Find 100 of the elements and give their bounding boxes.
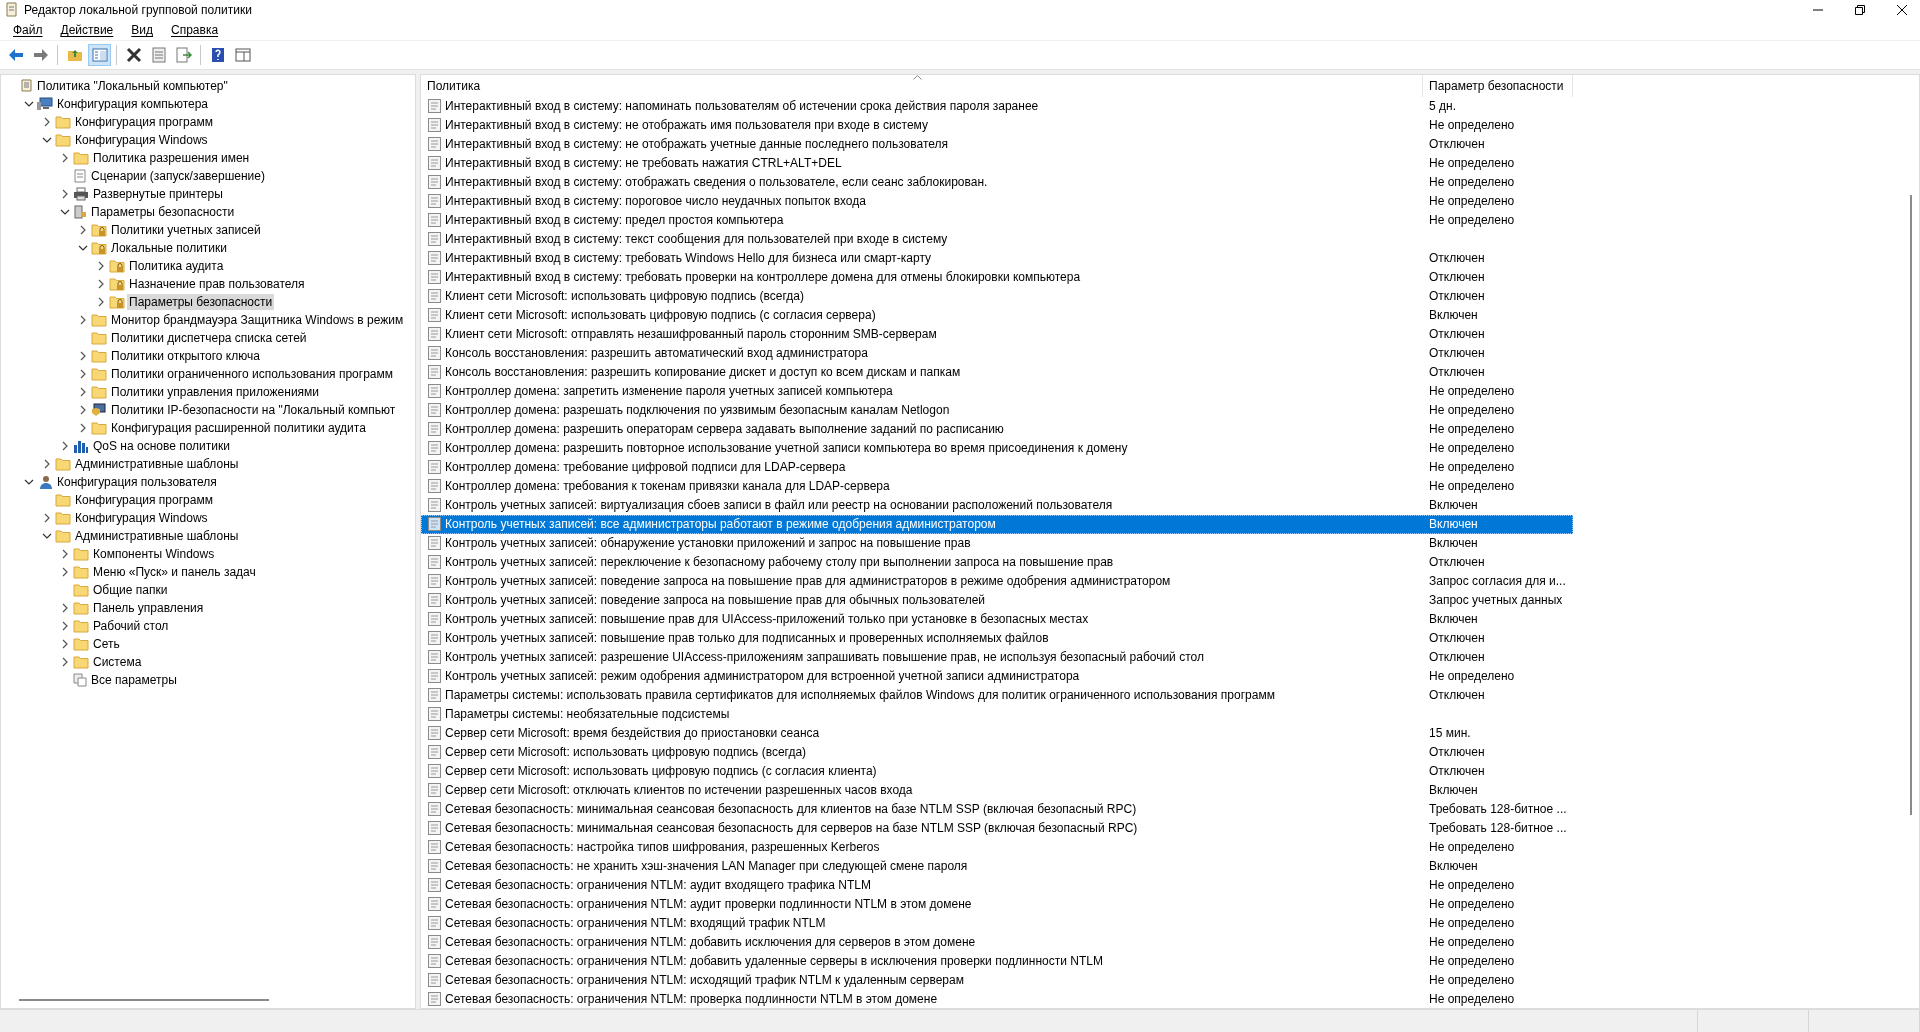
tree-item[interactable]: Политики IP-безопасности на "Локальный компьют bbox=[109, 402, 398, 418]
chevron-right-icon[interactable] bbox=[62, 567, 68, 577]
table-row[interactable]: Сетевая безопасность: ограничения NTLM: добавить исключения для серверов в этом домене Не определено bbox=[421, 932, 1573, 952]
chevron-right-icon[interactable] bbox=[80, 423, 86, 433]
tree-item[interactable]: Конфигурация расширенной политики аудита bbox=[109, 420, 368, 436]
chevron-right-icon[interactable] bbox=[62, 441, 68, 451]
tree-item[interactable]: Политика разрешения имен bbox=[91, 150, 252, 166]
tree-item[interactable]: Административные шаблоны bbox=[73, 528, 241, 544]
menu-item[interactable]: Справка bbox=[162, 21, 228, 39]
table-row[interactable]: Интерактивный вход в систему: пороговое число неудачных попыток входа Не определено bbox=[421, 191, 1573, 211]
tree-item[interactable]: Параметры безопасности bbox=[89, 204, 237, 220]
chevron-right-icon[interactable] bbox=[62, 189, 68, 199]
tree-item[interactable]: Все параметры bbox=[89, 672, 179, 688]
table-row[interactable]: Сетевая безопасность: ограничения NTLM: исходящий трафик NTLM к удаленным серверам Не определено bbox=[421, 970, 1573, 990]
tree-item[interactable]: Монитор брандмауэра Защитника Windows в режим bbox=[109, 312, 406, 328]
tree-item[interactable]: Сценарии (запуск/завершение) bbox=[89, 168, 267, 184]
chevron-down-icon[interactable] bbox=[42, 137, 52, 143]
table-row[interactable]: Интерактивный вход в систему: отображать сведения о пользователе, если сеанс заблокирован. Не определено bbox=[421, 172, 1573, 192]
table-row[interactable]: Контроллер домена: запретить изменение пароля учетных записей компьютера Не определено bbox=[421, 381, 1573, 401]
chevron-right-icon[interactable] bbox=[80, 225, 86, 235]
scrollbar-thumb[interactable] bbox=[1909, 195, 1912, 815]
tree-item[interactable]: Политики ограниченного использования программ bbox=[109, 366, 395, 382]
chevron-right-icon[interactable] bbox=[98, 297, 104, 307]
table-row[interactable]: Контроль учетных записей: переключение к безопасному рабочему столу при выполнении запроса на повышение прав Отключен bbox=[421, 552, 1573, 572]
table-row[interactable]: Сетевая безопасность: не хранить хэш-значения LAN Manager при следующей смене пароля Включен bbox=[421, 856, 1573, 876]
menu-item[interactable]: Файл bbox=[4, 21, 52, 39]
tree-item[interactable]: Система bbox=[91, 654, 144, 670]
chevron-down-icon[interactable] bbox=[24, 101, 34, 107]
chevron-down-icon[interactable] bbox=[42, 533, 52, 539]
table-row[interactable]: Сервер сети Microsoft: использовать цифровую подпись (с согласия клиента) Отключен bbox=[421, 761, 1573, 781]
tree-item[interactable]: Конфигурация пользователя bbox=[55, 474, 219, 490]
tree-item[interactable]: Политика аудита bbox=[127, 258, 226, 274]
tree-item[interactable]: Назначение прав пользователя bbox=[127, 276, 307, 292]
table-row[interactable]: Контроль учетных записей: повышение прав для UIAccess-приложений только при установке в безопасных местах Включен bbox=[421, 609, 1573, 629]
table-row[interactable]: Интерактивный вход в систему: не отображать учетные данные последнего пользователя Отключен bbox=[421, 134, 1573, 154]
table-row[interactable]: Сетевая безопасность: ограничения NTLM: аудит входящего трафика NTLM Не определено bbox=[421, 875, 1573, 895]
table-row[interactable]: Контроллер домена: требование цифровой подписи для LDAP-сервера Не определено bbox=[421, 457, 1573, 477]
tree-item[interactable]: Политика "Локальный компьютер" bbox=[35, 78, 230, 94]
tree-item[interactable]: Конфигурация программ bbox=[73, 114, 215, 130]
column-header[interactable]: Политика bbox=[421, 75, 1423, 97]
tree-item[interactable]: Развернутые принтеры bbox=[91, 186, 225, 202]
chevron-right-icon[interactable] bbox=[80, 387, 86, 397]
chevron-right-icon[interactable] bbox=[44, 513, 50, 523]
table-row[interactable]: Сервер сети Microsoft: отключать клиентов по истечении разрешенных часов входа Включен bbox=[421, 780, 1573, 800]
tree-item[interactable]: Меню «Пуск» и панель задач bbox=[91, 564, 258, 580]
table-row[interactable]: Интерактивный вход в систему: требовать проверки на контроллере домена для отмены блокировки компьютера Отключен bbox=[421, 267, 1573, 287]
chevron-right-icon[interactable] bbox=[98, 279, 104, 289]
table-row[interactable]: Интерактивный вход в систему: не отображать имя пользователя при входе в систему Не определено bbox=[421, 115, 1573, 135]
table-row[interactable]: Параметры системы: использовать правила сертификатов для исполняемых файлов Windows для политик ограниченного использования программ Отключен bbox=[421, 685, 1573, 705]
table-row[interactable]: Сетевая безопасность: минимальная сеансовая безопасность для серверов на базе NTLM SSP (включая безопасный RPC) Требовать 128-битное ... bbox=[421, 818, 1573, 838]
chevron-right-icon[interactable] bbox=[44, 459, 50, 469]
chevron-right-icon[interactable] bbox=[62, 639, 68, 649]
table-row[interactable]: Контроль учетных записей: поведение запроса на повышение прав для администраторов в режиме одобрения администратором Запрос согласия для и... bbox=[421, 571, 1573, 591]
chevron-right-icon[interactable] bbox=[62, 549, 68, 559]
table-row[interactable]: Контроллер домена: разрешать подключения по уязвимым безопасным каналам Netlogon Не определено bbox=[421, 400, 1573, 420]
table-row[interactable]: Сервер сети Microsoft: использовать цифровую подпись (всегда) Отключен bbox=[421, 742, 1573, 762]
tree-item[interactable]: Конфигурация Windows bbox=[73, 510, 210, 526]
table-row[interactable]: Контроль учетных записей: поведение запроса на повышение прав для обычных пользователей Запрос учетных данных bbox=[421, 590, 1573, 610]
tree-item[interactable]: Локальные политики bbox=[109, 240, 229, 256]
chevron-right-icon[interactable] bbox=[80, 315, 86, 325]
table-row[interactable]: Сетевая безопасность: настройка типов шифрования, разрешенных Kerberos Не определено bbox=[421, 837, 1573, 857]
table-row[interactable]: Параметры системы: необязательные подсистемы bbox=[421, 704, 1573, 724]
chevron-down-icon[interactable] bbox=[78, 245, 88, 251]
table-row[interactable]: Интерактивный вход в систему: не требовать нажатия CTRL+ALT+DEL Не определено bbox=[421, 153, 1573, 173]
tree-item[interactable]: Панель управления bbox=[91, 600, 206, 616]
chevron-right-icon[interactable] bbox=[62, 657, 68, 667]
tree-item[interactable]: Политики учетных записей bbox=[109, 222, 263, 238]
table-row[interactable]: Сетевая безопасность: ограничения NTLM: добавить удаленные серверы в исключения проверки подлинности NTLM Не определено bbox=[421, 951, 1573, 971]
tree-item[interactable]: Конфигурация Windows bbox=[73, 132, 210, 148]
table-row[interactable]: Клиент сети Microsoft: использовать цифровую подпись (с согласия сервера) Включен bbox=[421, 305, 1573, 325]
table-row[interactable]: Консоль восстановления: разрешить копирование дискет и доступ ко всем дискам и папкам Отключен bbox=[421, 362, 1573, 382]
tree-item[interactable]: Компоненты Windows bbox=[91, 546, 217, 562]
tree-item[interactable]: Сеть bbox=[91, 636, 122, 652]
table-row[interactable]: Контроллер домена: разрешить повторное использование учетной записи компьютера во время присоединения к домену Не определено bbox=[421, 438, 1573, 458]
table-row[interactable]: Интерактивный вход в систему: напоминать пользователям об истечении срока действия пароля заранее 5 дн. bbox=[421, 96, 1573, 116]
tree-item[interactable]: Политики открытого ключа bbox=[109, 348, 262, 364]
chevron-right-icon[interactable] bbox=[62, 621, 68, 631]
table-row[interactable]: Контроль учетных записей: повышение прав только для подписанных и проверенных исполняемых файлов Отключен bbox=[421, 628, 1573, 648]
chevron-right-icon[interactable] bbox=[80, 369, 86, 379]
chevron-down-icon[interactable] bbox=[24, 479, 34, 485]
table-row[interactable]: Консоль восстановления: разрешить автоматический вход администратора Отключен bbox=[421, 343, 1573, 363]
table-row[interactable]: Клиент сети Microsoft: использовать цифровую подпись (всегда) Отключен bbox=[421, 286, 1573, 306]
column-header[interactable]: Параметр безопасности bbox=[1423, 75, 1573, 97]
tree-item[interactable]: Политики управления приложениями bbox=[109, 384, 322, 400]
table-row[interactable]: Сетевая безопасность: ограничения NTLM: проверка подлинности NTLM в этом домене Не определено bbox=[421, 989, 1573, 1009]
table-row[interactable]: Контроль учетных записей: разрешение UIAccess-приложениям запрашивать повышение прав, не используя безопасный рабочий стол Отключен bbox=[421, 647, 1573, 667]
table-row[interactable]: Контроль учетных записей: режим одобрения администратором для встроенной учетной записи администратора Не определено bbox=[421, 666, 1573, 686]
table-row[interactable]: Интерактивный вход в систему: требовать Windows Hello для бизнеса или смарт-карту Отключен bbox=[421, 248, 1573, 268]
tree-item[interactable]: Параметры безопасности bbox=[127, 294, 275, 310]
table-row[interactable]: Контроль учетных записей: обнаружение установки приложений и запрос на повышение прав Включен bbox=[421, 533, 1573, 553]
tree-item[interactable]: Административные шаблоны bbox=[73, 456, 241, 472]
chevron-right-icon[interactable] bbox=[80, 405, 86, 415]
chevron-right-icon[interactable] bbox=[80, 351, 86, 361]
tree-item[interactable]: Рабочий стол bbox=[91, 618, 171, 634]
chevron-down-icon[interactable] bbox=[60, 209, 70, 215]
table-row[interactable]: Контроль учетных записей: все администраторы работают в режиме одобрения администратором Включен bbox=[421, 514, 1573, 534]
chevron-right-icon[interactable] bbox=[98, 261, 104, 271]
table-row[interactable]: Сервер сети Microsoft: время бездействия до приостановки сеанса 15 мин. bbox=[421, 723, 1573, 743]
table-row[interactable]: Контроллер домена: разрешить операторам сервера задавать выполнение заданий по расписанию Не определено bbox=[421, 419, 1573, 439]
table-row[interactable]: Клиент сети Microsoft: отправлять незашифрованный пароль сторонним SMB-серверам Отключен bbox=[421, 324, 1573, 344]
